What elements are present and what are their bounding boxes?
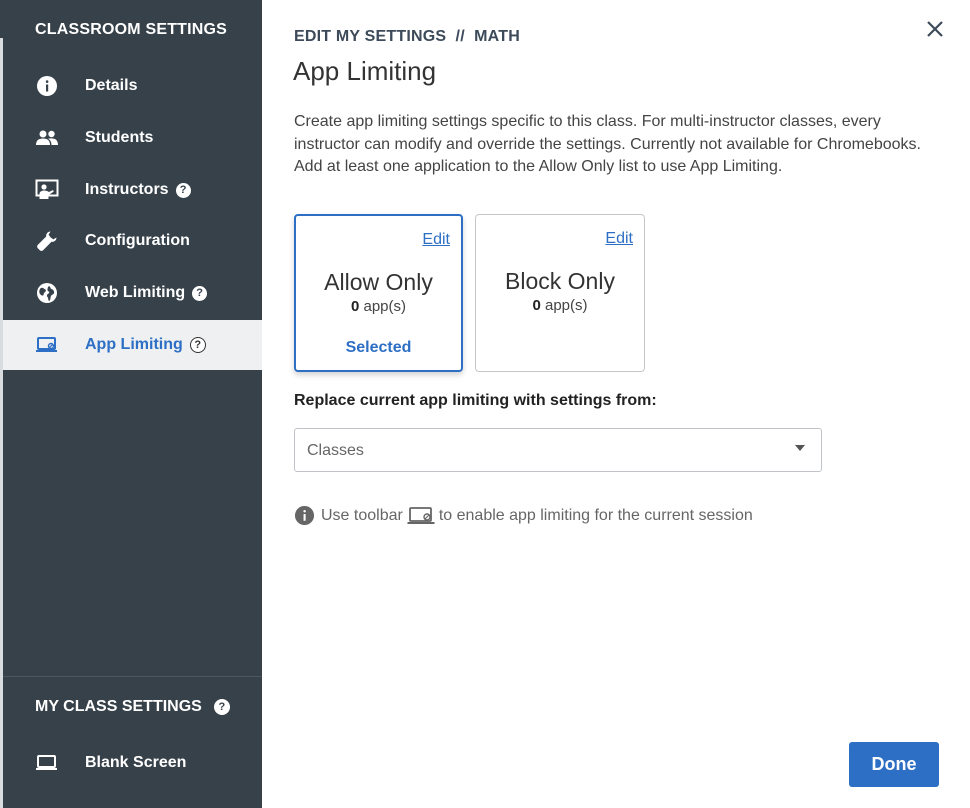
- description: Create app limiting settings specific to…: [294, 113, 921, 175]
- sidebar-item-label: Students: [85, 129, 154, 146]
- sidebar-item-label: Instructors?: [85, 181, 191, 199]
- classes-select[interactable]: Classes: [294, 428, 822, 472]
- help-icon[interactable]: ?: [189, 337, 206, 353]
- chevron-down-icon: [795, 445, 805, 451]
- sidebar-item-students[interactable]: Students: [3, 113, 262, 163]
- app-count: 0 app(s): [350, 298, 407, 315]
- sidebar-item-details[interactable]: Details: [3, 61, 262, 111]
- presenter-icon: [35, 178, 59, 202]
- sidebar-item-configuration[interactable]: Configuration: [3, 216, 262, 266]
- sidebar-item-label: Configuration: [85, 232, 190, 249]
- help-icon[interactable]: ?: [213, 699, 230, 715]
- close-button[interactable]: [924, 18, 946, 40]
- sidebar-item-instructors[interactable]: Instructors?: [3, 165, 262, 215]
- block-only-card[interactable]: Edit Block Only 0 app(s): [475, 214, 645, 372]
- help-icon[interactable]: ?: [175, 182, 191, 198]
- sidebar-item-label: Web Limiting?: [85, 284, 208, 302]
- sidebar-item-label: Details: [85, 77, 138, 94]
- sidebar: CLASSROOM SETTINGS Details Students Inst…: [3, 0, 262, 808]
- breadcrumb: EDIT MY SETTINGS // MATH: [294, 28, 520, 45]
- edit-link[interactable]: Edit: [605, 230, 633, 248]
- card-name: Allow Only: [324, 269, 433, 295]
- wrench-icon: [35, 229, 59, 253]
- my-class-settings-title: MY CLASS SETTINGS ?: [35, 698, 230, 716]
- done-button[interactable]: Done: [849, 742, 939, 787]
- laptop-limit-icon: [407, 506, 435, 526]
- laptop-limit-icon: [35, 333, 59, 357]
- selected-label: Selected: [345, 339, 412, 356]
- sidebar-title: CLASSROOM SETTINGS: [35, 21, 228, 38]
- toolbar-hint: Use toolbar to enable app limiting for t…: [294, 505, 753, 526]
- replace-settings-label: Replace current app limiting with settin…: [294, 392, 657, 409]
- help-icon[interactable]: ?: [192, 285, 208, 301]
- select-value: Classes: [307, 442, 364, 459]
- page-title: App Limiting: [293, 56, 437, 86]
- close-icon: [927, 21, 943, 37]
- sidebar-divider: [3, 676, 262, 677]
- sidebar-item-label: Blank Screen: [85, 754, 187, 771]
- card-name: Block Only: [505, 268, 615, 294]
- people-icon: [35, 126, 59, 150]
- globe-icon: [35, 281, 59, 305]
- sidebar-item-web-limiting[interactable]: Web Limiting?: [3, 268, 262, 318]
- info-icon: [35, 74, 59, 98]
- info-icon: [294, 505, 315, 526]
- app-count: 0 app(s): [532, 297, 588, 314]
- sidebar-item-blank-screen[interactable]: Blank Screen: [3, 738, 262, 788]
- allow-only-card[interactable]: Edit Allow Only 0 app(s) Selected: [294, 214, 463, 372]
- laptop-icon: [35, 751, 59, 775]
- sidebar-item-app-limiting[interactable]: App Limiting?: [3, 320, 262, 370]
- edit-link[interactable]: Edit: [422, 231, 450, 249]
- sidebar-item-label: App Limiting?: [85, 336, 206, 354]
